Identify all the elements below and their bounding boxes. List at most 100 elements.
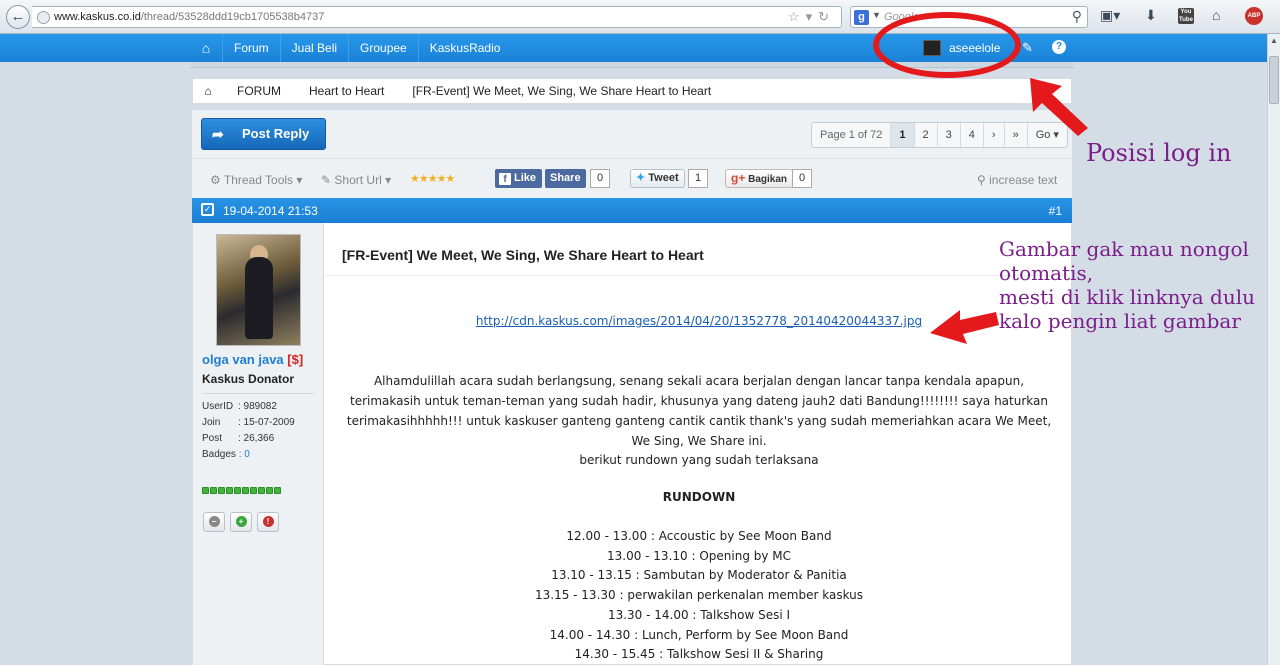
back-arrow-icon[interactable]: ← bbox=[6, 5, 30, 29]
annotation-line: mesti di klik linknya dulu bbox=[999, 285, 1256, 309]
post-reply-label: Post Reply bbox=[242, 126, 310, 141]
list-item: 13.10 - 13.15 : Sambutan by Moderator & … bbox=[551, 568, 847, 583]
annotation-line: kalo pengin liat gambar bbox=[999, 309, 1241, 333]
annotation-login-note: Posisi log in bbox=[1086, 139, 1232, 167]
list-item: 14.30 - 15.45 : Talkshow Sesi II & Shari… bbox=[574, 647, 824, 662]
gplus-icon: g+ bbox=[731, 171, 746, 185]
minus-icon: − bbox=[208, 516, 220, 527]
post-content: [FR-Event] We Meet, We Sing, We Share He… bbox=[325, 223, 1073, 665]
youtube-icon[interactable]: You Tube bbox=[1178, 8, 1194, 24]
download-icon[interactable]: ⬇ bbox=[1145, 7, 1157, 24]
breadcrumb: ⌂ FORUM Heart to Heart [FR-Event] We Mee… bbox=[192, 78, 1072, 104]
user-name[interactable]: olga van java [$] bbox=[202, 352, 303, 367]
info-join: Join: 15-07-2009 bbox=[202, 417, 295, 428]
breadcrumb-heart-to-heart[interactable]: Heart to Heart bbox=[295, 84, 398, 98]
bookmarks-icon[interactable]: ▣▾ bbox=[1100, 7, 1120, 24]
report-button[interactable]: ! bbox=[257, 512, 279, 532]
post-title: [FR-Event] We Meet, We Sing, We Share He… bbox=[342, 247, 704, 263]
user-profile: olga van java [$] Kaskus Donator UserID:… bbox=[193, 223, 324, 665]
info-userid: UserID: 989082 bbox=[202, 401, 277, 412]
annotation-image-note: Gambar gak mau nongol otomatis, mesti di… bbox=[999, 237, 1255, 333]
rundown-title: RUNDOWN bbox=[662, 490, 736, 504]
nav-jual-beli[interactable]: Jual Beli bbox=[279, 34, 348, 62]
bookmark-star-icon[interactable]: ☆▾↻ bbox=[788, 9, 835, 25]
image-link[interactable]: http://cdn.kaskus.com/images/2014/04/20/… bbox=[325, 314, 1073, 328]
reputation-square bbox=[250, 487, 257, 494]
nav-kaskusradio[interactable]: KaskusRadio bbox=[417, 34, 512, 62]
user-rank: Kaskus Donator bbox=[202, 372, 295, 386]
nav-forum[interactable]: Forum bbox=[222, 34, 280, 62]
home-icon[interactable]: ⌂ bbox=[190, 34, 222, 62]
reputation-square bbox=[210, 487, 217, 494]
home-icon[interactable]: ⌂ bbox=[1212, 7, 1220, 23]
facebook-share-button[interactable]: Share bbox=[545, 169, 586, 188]
user-avatar[interactable] bbox=[216, 234, 301, 346]
increase-text-button[interactable]: ⚲ increase text bbox=[977, 173, 1057, 187]
browser-toolbar: ← www.kaskus.co.id/thread/53528ddd19cb17… bbox=[0, 0, 1280, 34]
reputation-square bbox=[218, 487, 225, 494]
checkbox-icon[interactable]: ✓ bbox=[201, 203, 214, 216]
ignore-button[interactable]: − bbox=[203, 512, 225, 532]
tweet-count: 1 bbox=[688, 169, 708, 188]
post-reply-button[interactable]: ➦ Post Reply bbox=[201, 118, 326, 150]
last-page-icon[interactable]: » bbox=[1003, 123, 1027, 147]
scrollbar[interactable]: ▲ bbox=[1267, 34, 1280, 665]
annotation-circle bbox=[873, 12, 1021, 78]
reputation-square bbox=[242, 487, 249, 494]
short-url-button[interactable]: ✎ Short Url ▾ bbox=[321, 173, 391, 187]
go-button[interactable]: Go ▾ bbox=[1026, 123, 1067, 147]
rundown-list: 12.00 - 13.00 : Accoustic by See Moon Ba… bbox=[325, 527, 1073, 665]
thread-toolbar: ➦ Post Reply Page 1 of 72 1 2 3 4 › » Go… bbox=[192, 110, 1072, 158]
post-paragraph-2: berikut rundown yang sudah terlaksana bbox=[579, 453, 819, 467]
page-2[interactable]: 2 bbox=[913, 123, 937, 147]
address-bar[interactable]: www.kaskus.co.id/thread/53528ddd19cb1705… bbox=[32, 6, 842, 28]
adblock-icon[interactable]: ABP bbox=[1245, 7, 1263, 25]
next-page-icon[interactable]: › bbox=[982, 123, 1004, 147]
page-4[interactable]: 4 bbox=[959, 123, 983, 147]
chevron-down-icon[interactable]: ▼ bbox=[872, 10, 881, 20]
page-3[interactable]: 3 bbox=[936, 123, 960, 147]
list-item: 12.00 - 13.00 : Accoustic by See Moon Ba… bbox=[566, 529, 832, 543]
gplus-share-button[interactable]: g+ Bagikan bbox=[725, 169, 794, 188]
post-header: ✓ 19-04-2014 21:53 #1 bbox=[192, 198, 1072, 223]
search-icon[interactable]: ⚲ bbox=[1072, 8, 1082, 25]
twitter-icon: ✦ bbox=[636, 172, 646, 184]
post-number[interactable]: #1 bbox=[1049, 204, 1062, 218]
home-icon[interactable]: ⌂ bbox=[193, 84, 223, 98]
breadcrumb-forum[interactable]: FORUM bbox=[223, 84, 295, 98]
tweet-button[interactable]: ✦ Tweet bbox=[630, 169, 685, 188]
kaskus-navbar: ⌂ Forum Jual Beli Groupee KaskusRadio as… bbox=[0, 34, 1280, 62]
reputation-square bbox=[226, 487, 233, 494]
plus-icon: + bbox=[235, 516, 247, 527]
nav-groupee[interactable]: Groupee bbox=[348, 34, 418, 62]
thread-actions: ⚙ Thread Tools ▾ ✎ Short Url ▾ ★★★★★ f Li… bbox=[192, 158, 1072, 198]
thread-tools-button[interactable]: ⚙ Thread Tools ▾ bbox=[210, 173, 302, 187]
list-item: 14.00 - 14.30 : Lunch, Perform by See Mo… bbox=[549, 627, 849, 642]
annotation-line: otomatis, bbox=[999, 261, 1094, 285]
google-icon[interactable]: g bbox=[854, 10, 869, 25]
divider bbox=[202, 393, 314, 394]
divider bbox=[325, 275, 1073, 276]
help-icon[interactable]: ? bbox=[1052, 40, 1066, 54]
scroll-up-icon[interactable]: ▲ bbox=[1268, 34, 1280, 48]
add-friend-button[interactable]: + bbox=[230, 512, 252, 532]
reply-arrow-icon: ➦ bbox=[212, 126, 224, 142]
avatar-figure bbox=[245, 257, 273, 339]
facebook-icon: f bbox=[499, 173, 511, 185]
page-info: Page 1 of 72 bbox=[820, 129, 883, 141]
thread-page: ⌂ FORUM Heart to Heart [FR-Event] We Mee… bbox=[190, 62, 1074, 665]
page-1[interactable]: 1 bbox=[890, 123, 914, 147]
list-item: 13.30 - 14.00 : Talkshow Sesi I bbox=[607, 607, 791, 622]
gplus-count: 0 bbox=[792, 169, 812, 188]
facebook-like-button[interactable]: f Like bbox=[495, 169, 543, 188]
scroll-thumb[interactable] bbox=[1269, 56, 1279, 104]
pencil-icon[interactable]: ✎ bbox=[1022, 40, 1033, 56]
list-item: 13.15 - 13.30 : perwakilan perkenalan me… bbox=[534, 588, 864, 603]
rating-stars[interactable]: ★★★★★ bbox=[410, 172, 455, 185]
list-item: 13.00 - 13.10 : Opening by MC bbox=[606, 548, 792, 563]
url-text[interactable]: www.kaskus.co.id/thread/53528ddd19cb1705… bbox=[54, 11, 324, 23]
info-post: Post: 26,366 bbox=[202, 433, 275, 444]
reputation-bar bbox=[202, 487, 281, 494]
globe-icon bbox=[37, 11, 50, 24]
reputation-square bbox=[234, 487, 241, 494]
